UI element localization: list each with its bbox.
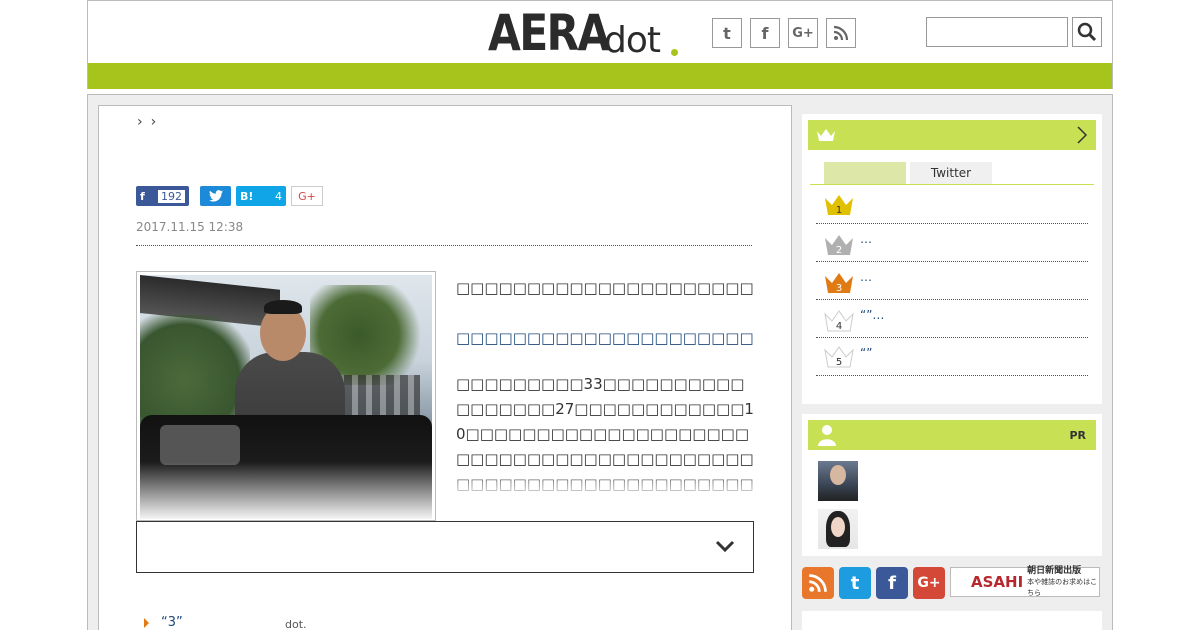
ranking-header-bar[interactable] [808,120,1096,150]
hatena-count: 4 [275,189,282,203]
chevron-right-icon [1077,126,1088,144]
asahi-logo: ASAHI [971,573,1024,591]
article-panel: › › f 192 B! 4 G+ 2017.11.15 12:38 □□□□□… [98,105,792,630]
googleplus-icon: G+ [917,575,941,591]
ranking-item-text: … [860,270,872,284]
logo-dot-text: dot [604,20,661,61]
ranking-widget: Twitter 1 2 … 3 … 4 “”… 5 “” [802,114,1102,404]
thumbnail-face [830,465,846,485]
rss-link[interactable] [802,567,834,599]
sidebar-social-links: t f G+ ASAHI 朝日新聞出版 本や雑誌のお求めはこちら [802,566,1100,599]
article-date: 2017.11.15 12:38 [136,220,244,234]
facebook-icon: f [888,572,896,594]
search-icon [1077,22,1097,42]
thumbnail-face [831,517,845,537]
photo-car-window [160,425,240,465]
related-article-title: “3” [161,615,183,630]
rank-number: 1 [836,205,842,216]
chevron-down-icon [715,540,735,553]
crown-rank-3-icon: 3 [825,273,853,294]
site-header: AERA dot t f G+ [87,0,1113,89]
rank-number: 3 [836,283,842,294]
tab-underline [810,184,1094,185]
rss-icon [833,25,849,41]
header-facebook-button[interactable]: f [750,18,780,48]
ranking-item[interactable]: 5 “” [816,338,1088,376]
rss-icon [809,574,827,592]
ranking-item-text: “”… [860,308,885,322]
rank-number: 4 [836,321,842,332]
photo-fade [137,462,435,520]
asahi-text-line2: 本や雑誌のお求めはこちら [1027,577,1098,597]
search-input[interactable] [926,17,1068,47]
asahi-text-line1: 朝日新聞出版 [1027,565,1082,576]
facebook-share-button[interactable]: f 192 [136,186,189,206]
crown-rank-5-icon: 5 [824,346,854,368]
read-more-button[interactable] [136,521,754,573]
breadcrumb-separator[interactable]: › [151,114,157,130]
ranking-item[interactable]: 4 “”… [816,300,1088,338]
asahi-publishing-banner[interactable]: ASAHI 朝日新聞出版 本や雑誌のお求めはこちら [950,566,1100,599]
breadcrumb: › › [137,114,156,130]
breadcrumb-separator[interactable]: › [137,114,143,130]
crown-rank-2-icon: 2 [825,235,853,256]
photo-hair [264,300,302,314]
twitter-icon: t [723,23,731,43]
nav-bar [88,63,1112,89]
related-article-source: dot. [285,618,307,630]
author-thumbnail[interactable] [818,461,858,501]
tab-ranking-twitter[interactable]: Twitter [910,162,992,184]
ranking-item-text: … [860,232,872,246]
article-body-fade [456,472,754,497]
pr-widget: PR [802,414,1102,556]
logo-dot-mark [671,49,678,56]
pr-header-bar: PR [808,420,1096,450]
crown-rank-1-icon: 1 [825,195,853,216]
rank-number: 5 [836,357,842,368]
rank-number: 2 [836,245,842,256]
googleplus-icon: G+ [298,189,316,203]
crown-rank-4-icon: 4 [824,310,854,332]
ranking-item[interactable]: 3 … [816,262,1088,300]
hatena-bookmark-button[interactable]: B! 4 [236,186,286,206]
pr-label: PR [1069,429,1086,442]
article-photo[interactable] [136,271,436,521]
asahi-text: 朝日新聞出版 本や雑誌のお求めはこちら [1027,566,1099,599]
twitter-share-button[interactable] [200,186,231,206]
facebook-icon: f [761,23,769,43]
ranking-item-text: “” [860,346,873,360]
twitter-icon [208,190,223,202]
googleplus-icon: G+ [792,25,814,41]
logo-aera-text: AERA [488,4,610,62]
hatena-label: B! [240,189,254,203]
twitter-icon: t [850,572,860,594]
facebook-share-count: 192 [158,189,185,203]
ranking-item[interactable]: 2 … [816,224,1088,262]
header-rss-button[interactable] [826,18,856,48]
header-twitter-button[interactable]: t [712,18,742,48]
search-button[interactable] [1072,17,1102,47]
article-lead: □□□□□□□□□□□□□□□□□□□□□□□□□□ [456,279,754,297]
article-subheading[interactable]: □□□□□□□□□□□□□□□□□□□□□□□ [456,326,754,351]
googleplus-share-button[interactable]: G+ [291,186,323,206]
crown-icon [817,129,835,141]
googleplus-link[interactable]: G+ [913,567,945,599]
author-thumbnail[interactable] [818,509,858,549]
ranking-tabs: Twitter [824,162,992,184]
triangle-bullet-icon [144,617,149,628]
facebook-link[interactable]: f [876,567,908,599]
related-article-link[interactable]: “3” [144,615,183,630]
facebook-icon: f [140,189,145,203]
ranking-item[interactable]: 1 [816,186,1088,224]
tab-ranking-access[interactable] [824,162,906,184]
divider [136,245,752,246]
header-googleplus-button[interactable]: G+ [788,18,818,48]
twitter-link[interactable]: t [839,567,871,599]
person-icon [818,425,836,446]
sidebar-next-widget [802,611,1102,630]
